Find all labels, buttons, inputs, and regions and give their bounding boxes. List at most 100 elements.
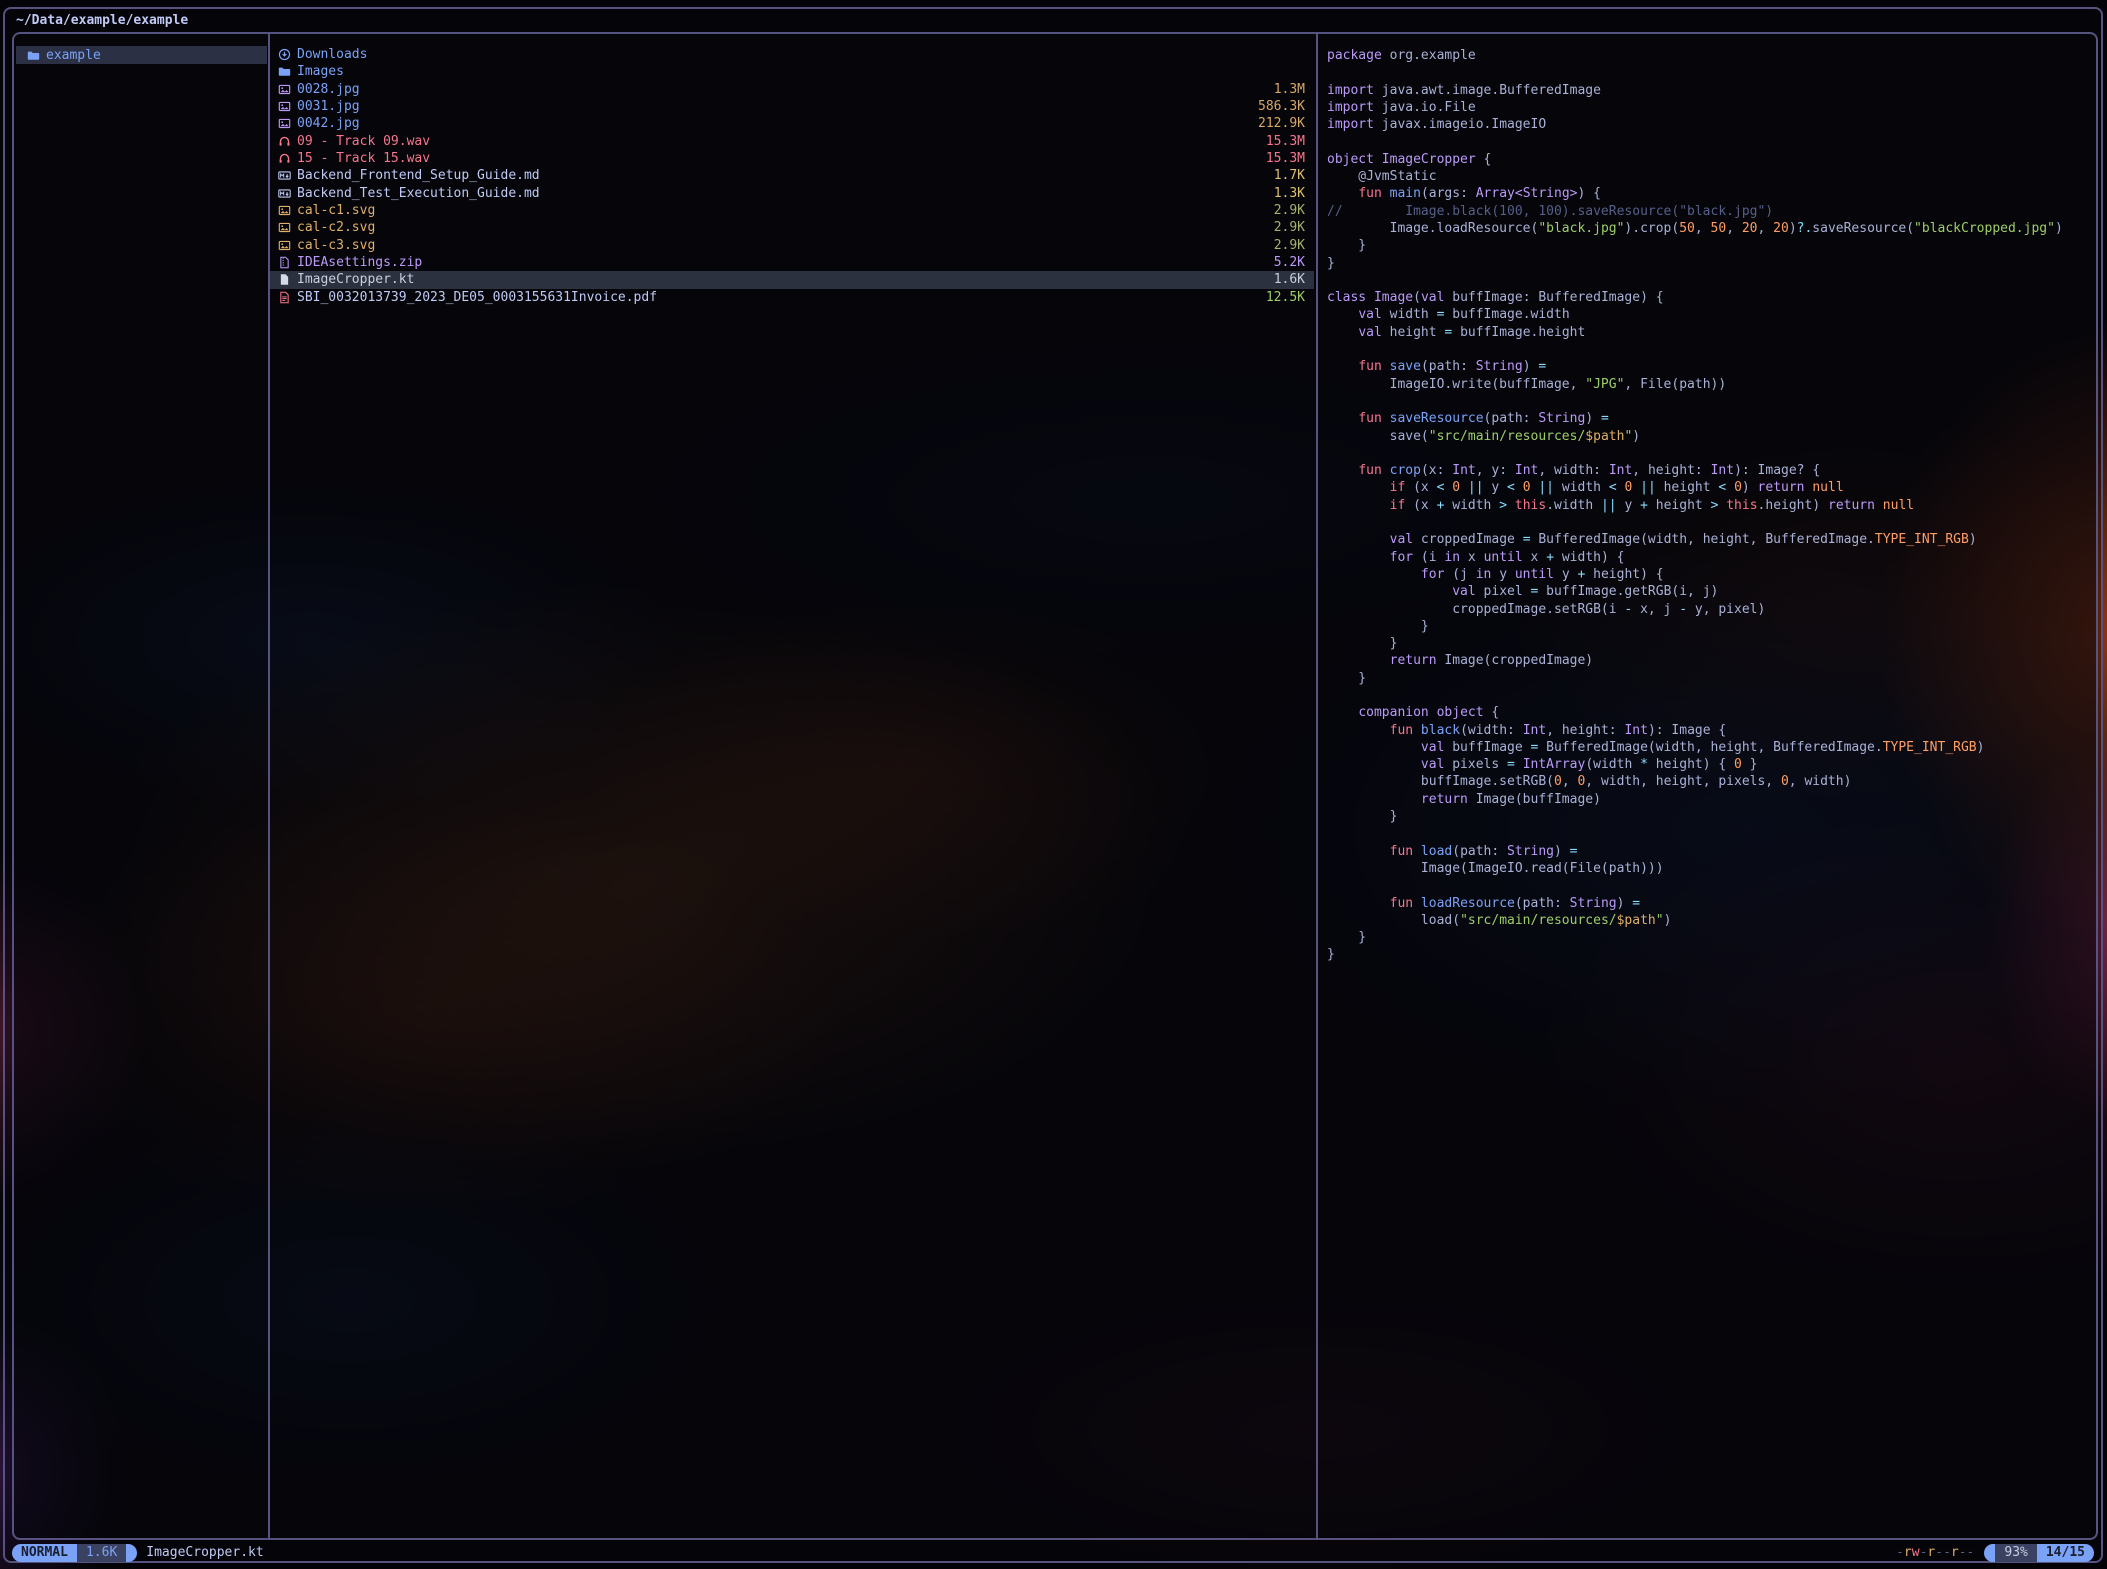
pill-cap-icon	[1984, 1544, 1995, 1562]
code-line: val pixels = IntArray(width * height) { …	[1327, 756, 2098, 773]
mode-indicator: NORMAL	[12, 1544, 77, 1562]
image-icon	[277, 100, 291, 114]
file-size: 1.6K	[1274, 272, 1305, 287]
code-line: @JvmStatic	[1327, 168, 2098, 185]
file-size: 15.3M	[1266, 151, 1305, 166]
file-list: DownloadsImages0028.jpg1.3M0031.jpg586.3…	[270, 46, 1314, 306]
list-position: 14/15	[2037, 1544, 2094, 1562]
code-line: fun saveResource(path: String) =	[1327, 410, 2098, 427]
file-icon	[277, 273, 291, 287]
file-row[interactable]: 0031.jpg586.3K	[270, 98, 1314, 115]
sidebar-item-label: example	[46, 48, 101, 63]
file-name: 0031.jpg	[297, 99, 1258, 114]
file-name: 0028.jpg	[297, 82, 1274, 97]
file-row[interactable]: 15 - Track 15.wav15.3M	[270, 150, 1314, 167]
markdown-icon	[277, 169, 291, 183]
file-name: 09 - Track 09.wav	[297, 134, 1266, 149]
file-name: ImageCropper.kt	[297, 272, 1274, 287]
file-name: cal-c2.svg	[297, 220, 1274, 235]
file-row[interactable]: IDEAsettings.zip5.2K	[270, 254, 1314, 271]
file-row[interactable]: Images	[270, 63, 1314, 80]
file-row[interactable]: ImageCropper.kt1.6K	[270, 271, 1314, 288]
file-name: cal-c1.svg	[297, 203, 1274, 218]
code-line: }	[1327, 808, 2098, 825]
code-line: val width = buffImage.width	[1327, 306, 2098, 323]
folder-icon	[26, 48, 40, 62]
status-bar: NORMAL 1.6K ImageCropper.kt -rw-r--r-- 9…	[12, 1543, 2094, 1562]
file-row[interactable]: SBI_0032013739_2023_DE05_0003155631Invoi…	[270, 289, 1314, 306]
folder-icon	[277, 65, 291, 79]
code-line: }	[1327, 929, 2098, 946]
code-line: // Image.black(100, 100).saveResource("b…	[1327, 203, 2098, 220]
code-line: package org.example	[1327, 47, 2098, 64]
file-name: 0042.jpg	[297, 116, 1258, 131]
code-line: import java.awt.image.BufferedImage	[1327, 82, 2098, 99]
file-name: Backend_Frontend_Setup_Guide.md	[297, 168, 1274, 183]
image-icon	[277, 82, 291, 96]
code-line: }	[1327, 946, 2098, 963]
markdown-icon	[277, 186, 291, 200]
code-line	[1327, 64, 2098, 81]
file-row[interactable]: Backend_Test_Execution_Guide.md1.3K	[270, 185, 1314, 202]
file-size: 2.9K	[1274, 203, 1305, 218]
status-file-name: ImageCropper.kt	[146, 1545, 263, 1560]
code-line: val pixel = buffImage.getRGB(i, j)	[1327, 583, 2098, 600]
file-row[interactable]: Backend_Frontend_Setup_Guide.md1.7K	[270, 167, 1314, 184]
sidebar-item-example[interactable]: example	[16, 46, 267, 64]
file-name: SBI_0032013739_2023_DE05_0003155631Invoi…	[297, 290, 1266, 305]
code-line: companion object {	[1327, 704, 2098, 721]
code-line: load("src/main/resources/$path")	[1327, 912, 2098, 929]
file-row[interactable]: Downloads	[270, 46, 1314, 63]
audio-icon	[277, 134, 291, 148]
image-icon	[277, 117, 291, 131]
code-line	[1327, 687, 2098, 704]
file-permissions: -rw-r--r--	[1896, 1545, 1974, 1560]
code-line: val buffImage = BufferedImage(width, hei…	[1327, 739, 2098, 756]
file-row[interactable]: 0042.jpg212.9K	[270, 115, 1314, 132]
code-line: fun load(path: String) =	[1327, 843, 2098, 860]
file-size: 212.9K	[1258, 116, 1305, 131]
image-icon	[277, 238, 291, 252]
file-size: 1.3M	[1274, 82, 1305, 97]
breadcrumb-path: ~/Data/example/example	[16, 13, 188, 28]
file-size: 12.5K	[1266, 290, 1305, 305]
file-row[interactable]: cal-c2.svg2.9K	[270, 219, 1314, 236]
archive-icon	[277, 256, 291, 270]
file-name: Backend_Test_Execution_Guide.md	[297, 186, 1274, 201]
code-line: import javax.imageio.ImageIO	[1327, 116, 2098, 133]
code-line: croppedImage.setRGB(i - x, j - y, pixel)	[1327, 601, 2098, 618]
file-row[interactable]: cal-c3.svg2.9K	[270, 237, 1314, 254]
image-icon	[277, 204, 291, 218]
code-line	[1327, 825, 2098, 842]
file-manager-panes: example DownloadsImages0028.jpg1.3M0031.…	[12, 32, 2098, 1540]
code-line	[1327, 514, 2098, 531]
download-icon	[277, 48, 291, 62]
code-line: fun save(path: String) =	[1327, 358, 2098, 375]
file-row[interactable]: 09 - Track 09.wav15.3M	[270, 133, 1314, 150]
code-line: val height = buffImage.height	[1327, 324, 2098, 341]
code-line: val croppedImage = BufferedImage(width, …	[1327, 531, 2098, 548]
code-line: save("src/main/resources/$path")	[1327, 428, 2098, 445]
file-row[interactable]: 0028.jpg1.3M	[270, 81, 1314, 98]
code-line: for (j in y until y + height) {	[1327, 566, 2098, 583]
terminal-window: ~/Data/example/example example Downloads…	[3, 7, 2103, 1563]
code-line: if (x < 0 || y < 0 || width < 0 || heigh…	[1327, 479, 2098, 496]
file-row[interactable]: cal-c1.svg2.9K	[270, 202, 1314, 219]
file-name: Images	[297, 64, 1305, 79]
file-size: 1.3K	[1274, 186, 1305, 201]
code-preview-pane: package org.example import java.awt.imag…	[1318, 47, 2098, 964]
code-line: }	[1327, 618, 2098, 635]
code-line: }	[1327, 670, 2098, 687]
code-line: class Image(val buffImage: BufferedImage…	[1327, 289, 2098, 306]
code-line	[1327, 272, 2098, 289]
audio-icon	[277, 152, 291, 166]
code-line: }	[1327, 635, 2098, 652]
file-name: 15 - Track 15.wav	[297, 151, 1266, 166]
code-line: for (i in x until x + width) {	[1327, 549, 2098, 566]
image-icon	[277, 221, 291, 235]
file-size: 586.3K	[1258, 99, 1305, 114]
code-line: fun crop(x: Int, y: Int, width: Int, hei…	[1327, 462, 2098, 479]
code-line	[1327, 133, 2098, 150]
selected-file-size: 1.6K	[77, 1544, 126, 1562]
file-size: 2.9K	[1274, 238, 1305, 253]
